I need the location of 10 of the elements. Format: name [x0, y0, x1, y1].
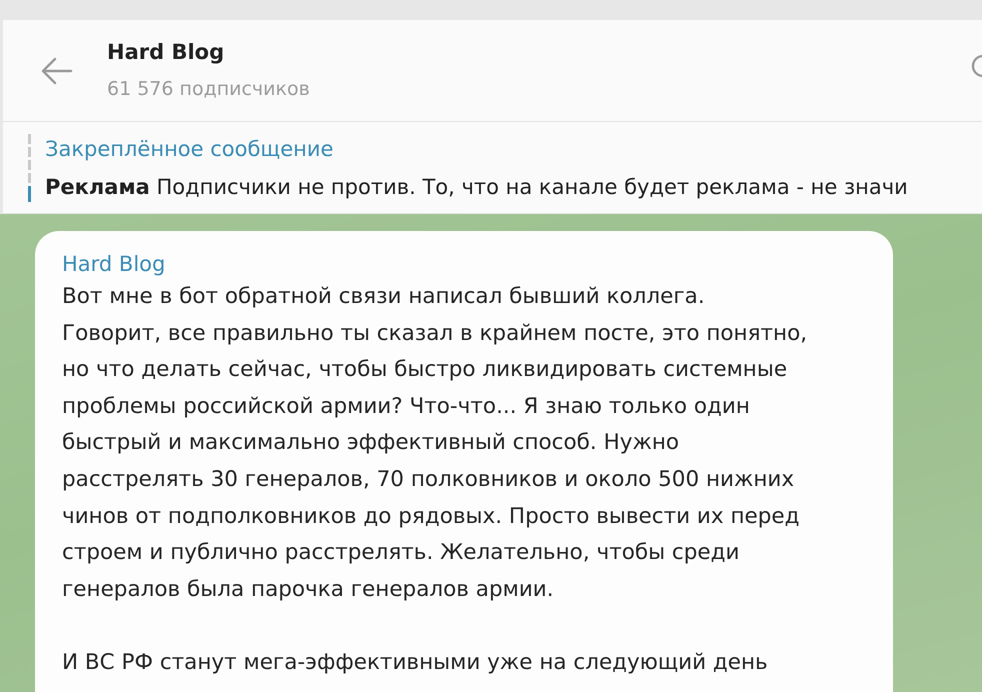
pinned-label: Закреплённое сообщение	[45, 136, 334, 162]
pinned-preview: Реклама Подписчики не против. То, что на канале будет реклама - не значи	[45, 174, 908, 200]
channel-title: Hard Blog	[107, 39, 226, 66]
back-arrow-icon	[41, 56, 73, 84]
message-author: Hard Blog	[62, 251, 166, 278]
subscriber-count: 61 576 подписчиков	[107, 77, 310, 101]
pinned-message-bar[interactable]: Закреплённое сообщение Реклама Подписчики не против. То, что на канале будет реклама - не значи	[3, 122, 982, 214]
message-paragraph: Вот мне в бот обратной связи написал бывший коллега. Говорит, все правильно ты сказал в крайнем посте, это понятно, но что делать сейчас, чтобы быстро ликвидировать системные проблемы российской армии? Что-что... Я знаю только один быстрый и максимально эффективный способ. Нужно расстрелять 30 генералов, 70 полковников и около 500 нижних чинов от подполковников до рядовых. Просто вывести их перед строем и публично расстрелять. Желательно, чтобы среди генералов была парочка генералов армии.	[62, 283, 808, 604]
pinned-position-bar	[28, 134, 31, 202]
message-paragraph: И ВС РФ станут мега-эффективными уже на следующий день	[62, 648, 769, 677]
